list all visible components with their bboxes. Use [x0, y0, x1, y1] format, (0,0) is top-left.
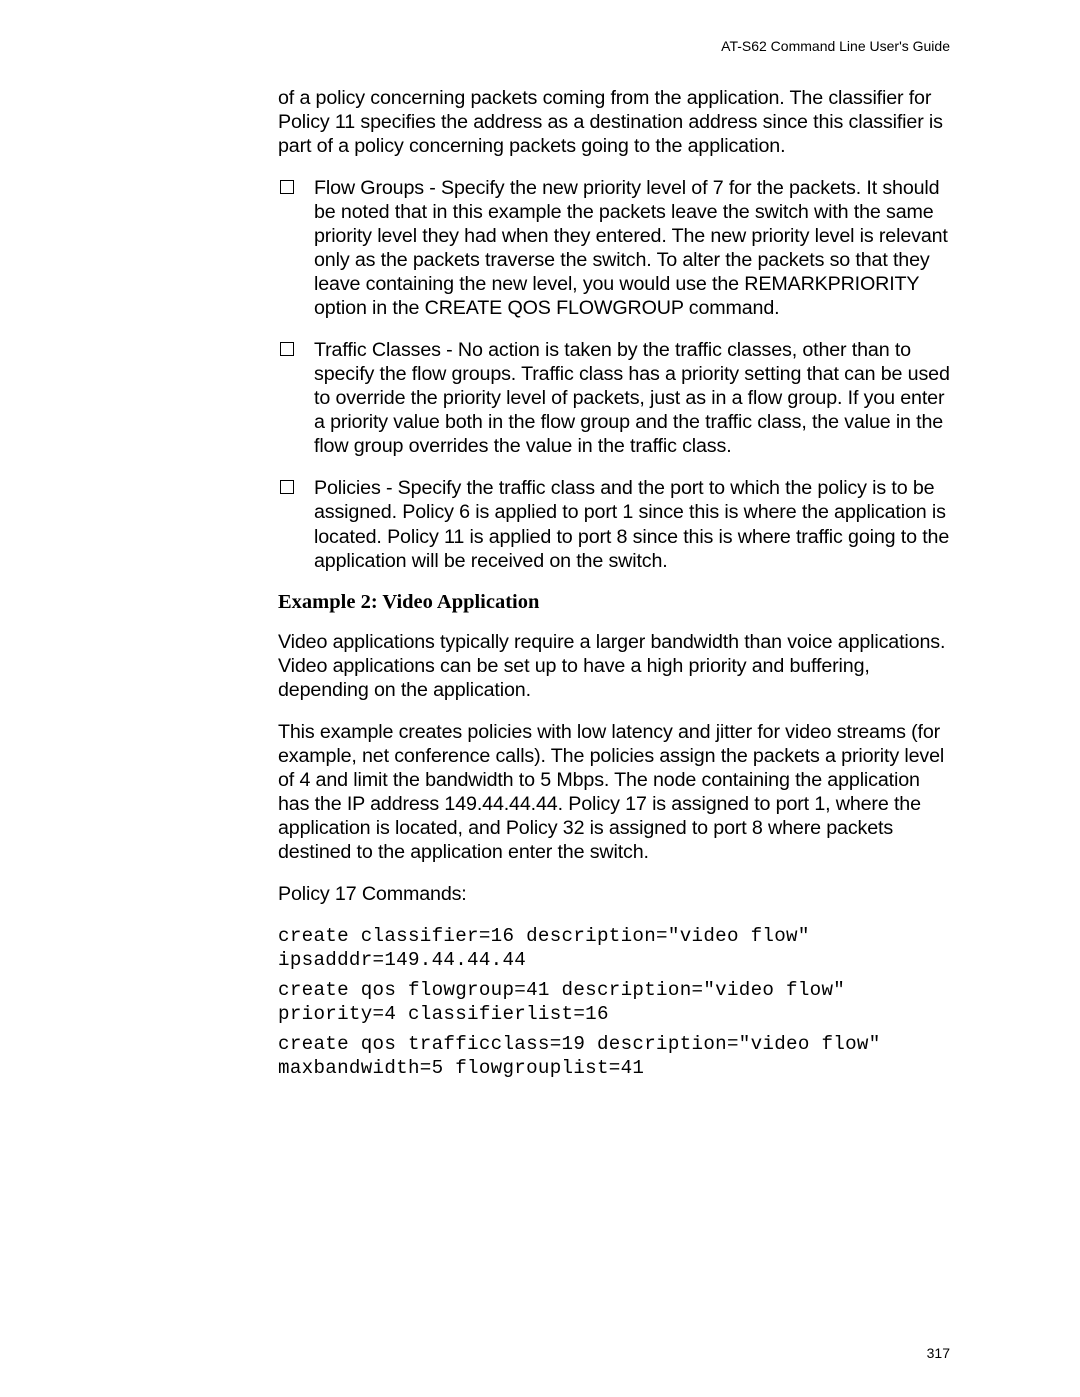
intro-paragraph-trail: of a policy concerning packets coming fr…	[278, 86, 950, 158]
square-bullet-icon	[280, 342, 294, 356]
bullet-item: Traffic Classes - No action is taken by …	[278, 338, 950, 458]
square-bullet-icon	[280, 180, 294, 194]
square-bullet-icon	[280, 480, 294, 494]
bullet-text: Flow Groups - Specify the new priority l…	[314, 177, 948, 319]
section-heading: Example 2: Video Application	[278, 591, 950, 614]
body-paragraph: This example creates policies with low l…	[278, 720, 950, 864]
bullet-item: Policies - Specify the traffic class and…	[278, 476, 950, 572]
bullet-list: Flow Groups - Specify the new priority l…	[278, 176, 950, 572]
code-line: create qos flowgroup=41 description="vid…	[278, 978, 950, 1026]
code-line: create classifier=16 description="video …	[278, 924, 950, 972]
bullet-text: Policies - Specify the traffic class and…	[314, 477, 949, 571]
bullet-item: Flow Groups - Specify the new priority l…	[278, 176, 950, 320]
running-head: AT-S62 Command Line User's Guide	[130, 38, 950, 54]
bullet-text: Traffic Classes - No action is taken by …	[314, 339, 950, 457]
body-paragraph: Policy 17 Commands:	[278, 882, 950, 906]
page: AT-S62 Command Line User's Guide of a po…	[0, 0, 1080, 1397]
content-column: of a policy concerning packets coming fr…	[278, 86, 950, 1080]
code-line: create qos trafficclass=19 description="…	[278, 1032, 950, 1080]
body-paragraph: Video applications typically require a l…	[278, 630, 950, 702]
page-number: 317	[927, 1345, 950, 1361]
